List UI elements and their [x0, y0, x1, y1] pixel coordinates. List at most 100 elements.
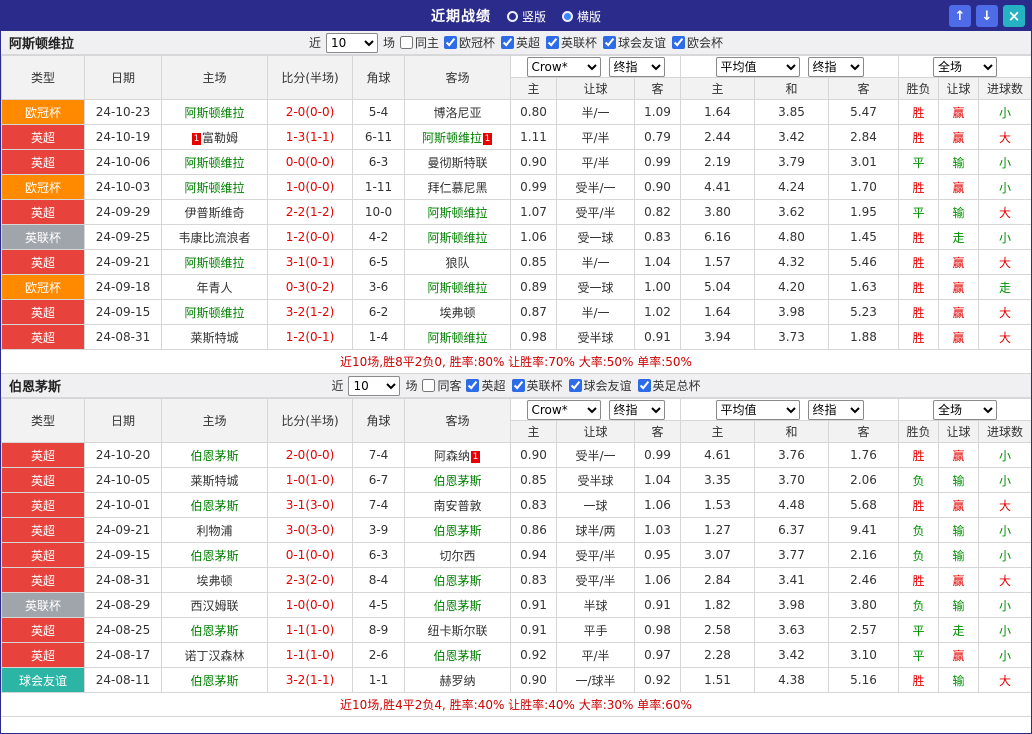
average-select[interactable]: 平均值 — [715, 399, 800, 420]
same-side-checkbox[interactable] — [399, 36, 413, 49]
match-count-select[interactable]: 10 — [348, 375, 401, 396]
odds-select-group: Crow* 终指 — [510, 55, 681, 78]
team-label: 年青人 — [196, 280, 233, 295]
games-label: 场 — [382, 36, 395, 50]
league-filter-checkbox[interactable] — [672, 36, 686, 49]
odds-home-cell: 0.89 — [510, 274, 557, 300]
col-header-avg-away: 客 — [827, 420, 900, 443]
section-filters: 近 10 场 同主 欧冠杯 英超 英联杯 球会友谊 欧会杯 — [309, 32, 723, 53]
down-arrow-icon: ↓ — [981, 8, 993, 24]
league-filter-checkbox[interactable] — [501, 36, 514, 49]
team-label: 西汉姆联 — [190, 598, 239, 613]
avg-home-cell: 2.58 — [680, 617, 755, 643]
close-button[interactable]: × — [1003, 5, 1025, 27]
same-side-filter[interactable]: 同主 — [399, 34, 439, 51]
avg-draw-cell: 3.63 — [754, 617, 829, 643]
final-index-select[interactable]: 终指 — [807, 399, 864, 420]
date-cell: 24-09-25 — [84, 224, 162, 250]
date-cell: 24-08-31 — [84, 567, 162, 593]
section-header: 阿斯顿维拉 近 10 场 同主 欧冠杯 英超 英联杯 球会友谊 欧会杯 — [1, 31, 1031, 55]
vertical-view-radio[interactable]: 竖版 — [506, 8, 546, 25]
bookmaker-select[interactable]: Crow* — [526, 399, 601, 420]
result-goals-cell: 大 — [978, 124, 1031, 150]
corner-cell: 3-9 — [352, 517, 405, 543]
league-filter-checkbox[interactable] — [511, 379, 525, 392]
avg-away-cell: 3.01 — [827, 149, 900, 175]
result-goals-cell: 大 — [978, 567, 1031, 593]
league-filter-checkbox[interactable] — [466, 379, 480, 392]
final-index-select[interactable]: 终指 — [608, 399, 665, 420]
bookmaker-select[interactable]: Crow* — [526, 56, 601, 77]
scope-select[interactable]: 全场 — [933, 56, 998, 77]
league-filter[interactable]: 欧会杯 — [672, 34, 723, 51]
league-badge: 英超 — [1, 324, 85, 350]
scope-select[interactable]: 全场 — [933, 399, 998, 420]
odds-home-cell: 0.90 — [510, 149, 557, 175]
avg-away-cell: 1.70 — [827, 174, 900, 200]
avg-home-cell: 2.84 — [680, 567, 755, 593]
odds-away-cell: 0.99 — [634, 442, 681, 468]
league-filter[interactable]: 英联杯 — [546, 34, 597, 51]
league-filter[interactable]: 英超 — [501, 34, 540, 51]
handicap-cell: 平手 — [556, 617, 635, 643]
avg-away-cell: 2.06 — [827, 467, 900, 493]
result-goals-cell: 小 — [978, 592, 1031, 618]
same-side-label: 同主 — [414, 36, 439, 50]
league-filter[interactable]: 英联杯 — [511, 377, 563, 394]
league-filter-checkbox[interactable] — [568, 379, 582, 392]
odds-home-cell: 0.92 — [510, 642, 557, 668]
handicap-cell: 半球 — [556, 592, 635, 618]
result-goals-cell: 小 — [978, 224, 1031, 250]
scroll-up-button[interactable]: ↑ — [949, 5, 971, 27]
avg-home-cell: 4.61 — [680, 442, 755, 468]
avg-draw-cell: 3.73 — [754, 324, 829, 350]
home-team-cell: 诺丁汉森林 — [161, 642, 268, 668]
titlebar-buttons: ↑ ↓ × — [949, 5, 1025, 27]
team-label: 拜仁慕尼黑 — [427, 180, 488, 195]
league-filter[interactable]: 球会友谊 — [568, 377, 632, 394]
league-badge: 球会友谊 — [1, 667, 85, 693]
corner-cell: 4-2 — [352, 224, 405, 250]
team-label: 富勒姆 — [201, 130, 238, 145]
scroll-down-button[interactable]: ↓ — [976, 5, 998, 27]
team-label: 伯恩茅斯 — [433, 523, 482, 538]
odds-away-cell: 0.99 — [634, 149, 681, 175]
odds-home-cell: 1.07 — [510, 199, 557, 225]
score-cell: 3-2(1-1) — [267, 667, 353, 693]
result-wl-cell: 胜 — [898, 667, 940, 693]
avg-home-cell: 1.27 — [680, 517, 755, 543]
league-filter[interactable]: 英超 — [466, 377, 506, 394]
match-count-select[interactable]: 10 — [325, 32, 378, 53]
section-summary: 近10场,胜8平2负0, 胜率:80% 让胜率:70% 大率:50% 单率:50… — [1, 350, 1031, 374]
league-filter-checkbox[interactable] — [546, 36, 560, 49]
final-index-select[interactable]: 终指 — [807, 56, 864, 77]
league-filter-checkbox[interactable] — [603, 36, 617, 49]
avg-home-cell: 2.28 — [680, 642, 755, 668]
away-team-cell: 阿斯顿维拉 — [404, 224, 511, 250]
same-side-checkbox[interactable] — [422, 379, 436, 392]
match-row: 英超 24-08-17 诺丁汉森林 1-1(1-0) 2-6 伯恩茅斯 0.92 平/半 0.9… — [1, 642, 1031, 668]
league-badge: 欧冠杯 — [1, 174, 85, 200]
league-filter[interactable]: 球会友谊 — [603, 34, 666, 51]
league-filter-checkbox[interactable] — [443, 36, 457, 49]
same-side-filter[interactable]: 同客 — [422, 377, 461, 394]
league-filter[interactable]: 英足总杯 — [637, 377, 701, 394]
result-goals-cell: 小 — [978, 517, 1031, 543]
final-index-select[interactable]: 终指 — [608, 56, 665, 77]
league-badge: 英超 — [1, 442, 85, 468]
result-handicap-cell: 赢 — [938, 442, 980, 468]
league-filter-checkbox[interactable] — [637, 379, 651, 392]
match-row: 英超 24-10-06 阿斯顿维拉 0-0(0-0) 6-3 曼彻斯特联 0.90 平/半 0.… — [1, 149, 1031, 175]
horizontal-view-radio[interactable]: 横版 — [562, 8, 601, 25]
average-select[interactable]: 平均值 — [715, 56, 800, 77]
odds-away-cell: 0.98 — [634, 617, 681, 643]
result-handicap-cell: 走 — [938, 617, 980, 643]
match-row: 英超 24-08-25 伯恩茅斯 1-1(1-0) 8-9 纽卡斯尔联 0.91 平手 0.98… — [1, 617, 1031, 643]
avg-away-cell: 5.68 — [827, 492, 900, 518]
result-wl-cell: 胜 — [898, 224, 940, 250]
handicap-cell: 平/半 — [556, 149, 635, 175]
league-filter[interactable]: 欧冠杯 — [443, 34, 495, 51]
score-cell: 3-0(3-0) — [267, 517, 353, 543]
team-label: 阿斯顿维拉 — [184, 105, 245, 120]
result-wl-cell: 胜 — [898, 99, 940, 125]
